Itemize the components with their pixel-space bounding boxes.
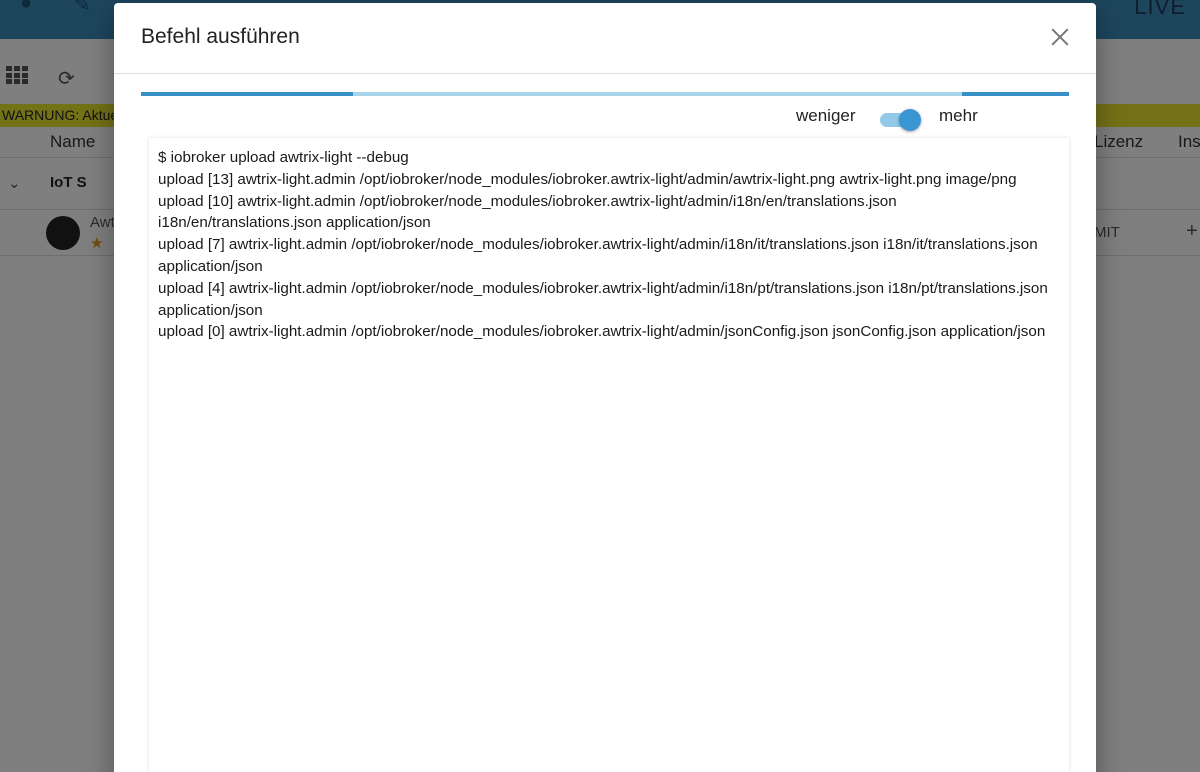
console-line: upload [4] awtrix-light.admin /opt/iobro… [158,279,1053,319]
toggle-label-less: weniger [796,106,856,125]
toggle-knob [899,109,921,131]
toggle-label-more: mehr [939,106,978,125]
progress-segment [962,92,1069,96]
dialog-title: Befehl ausführen [141,25,300,48]
console-line: upload [0] awtrix-light.admin /opt/iobro… [158,323,1046,341]
console-line: upload [7] awtrix-light.admin /opt/iobro… [158,236,1042,275]
command-dialog: Befehl ausführen weniger mehr $ iobroker… [114,3,1096,772]
close-icon[interactable] [1046,23,1074,51]
progress-bar [141,92,1069,96]
console-line: upload [10] awtrix-light.admin /opt/iobr… [158,192,901,232]
console-output[interactable]: $ iobroker upload awtrix-light --debug up… [149,138,1069,772]
console-line: $ iobroker upload awtrix-light --debug [158,149,409,166]
dialog-divider [114,73,1096,74]
progress-segment [141,92,353,96]
console-line: upload [13] awtrix-light.admin /opt/iobr… [158,170,1017,188]
detail-toggle[interactable] [880,107,922,131]
